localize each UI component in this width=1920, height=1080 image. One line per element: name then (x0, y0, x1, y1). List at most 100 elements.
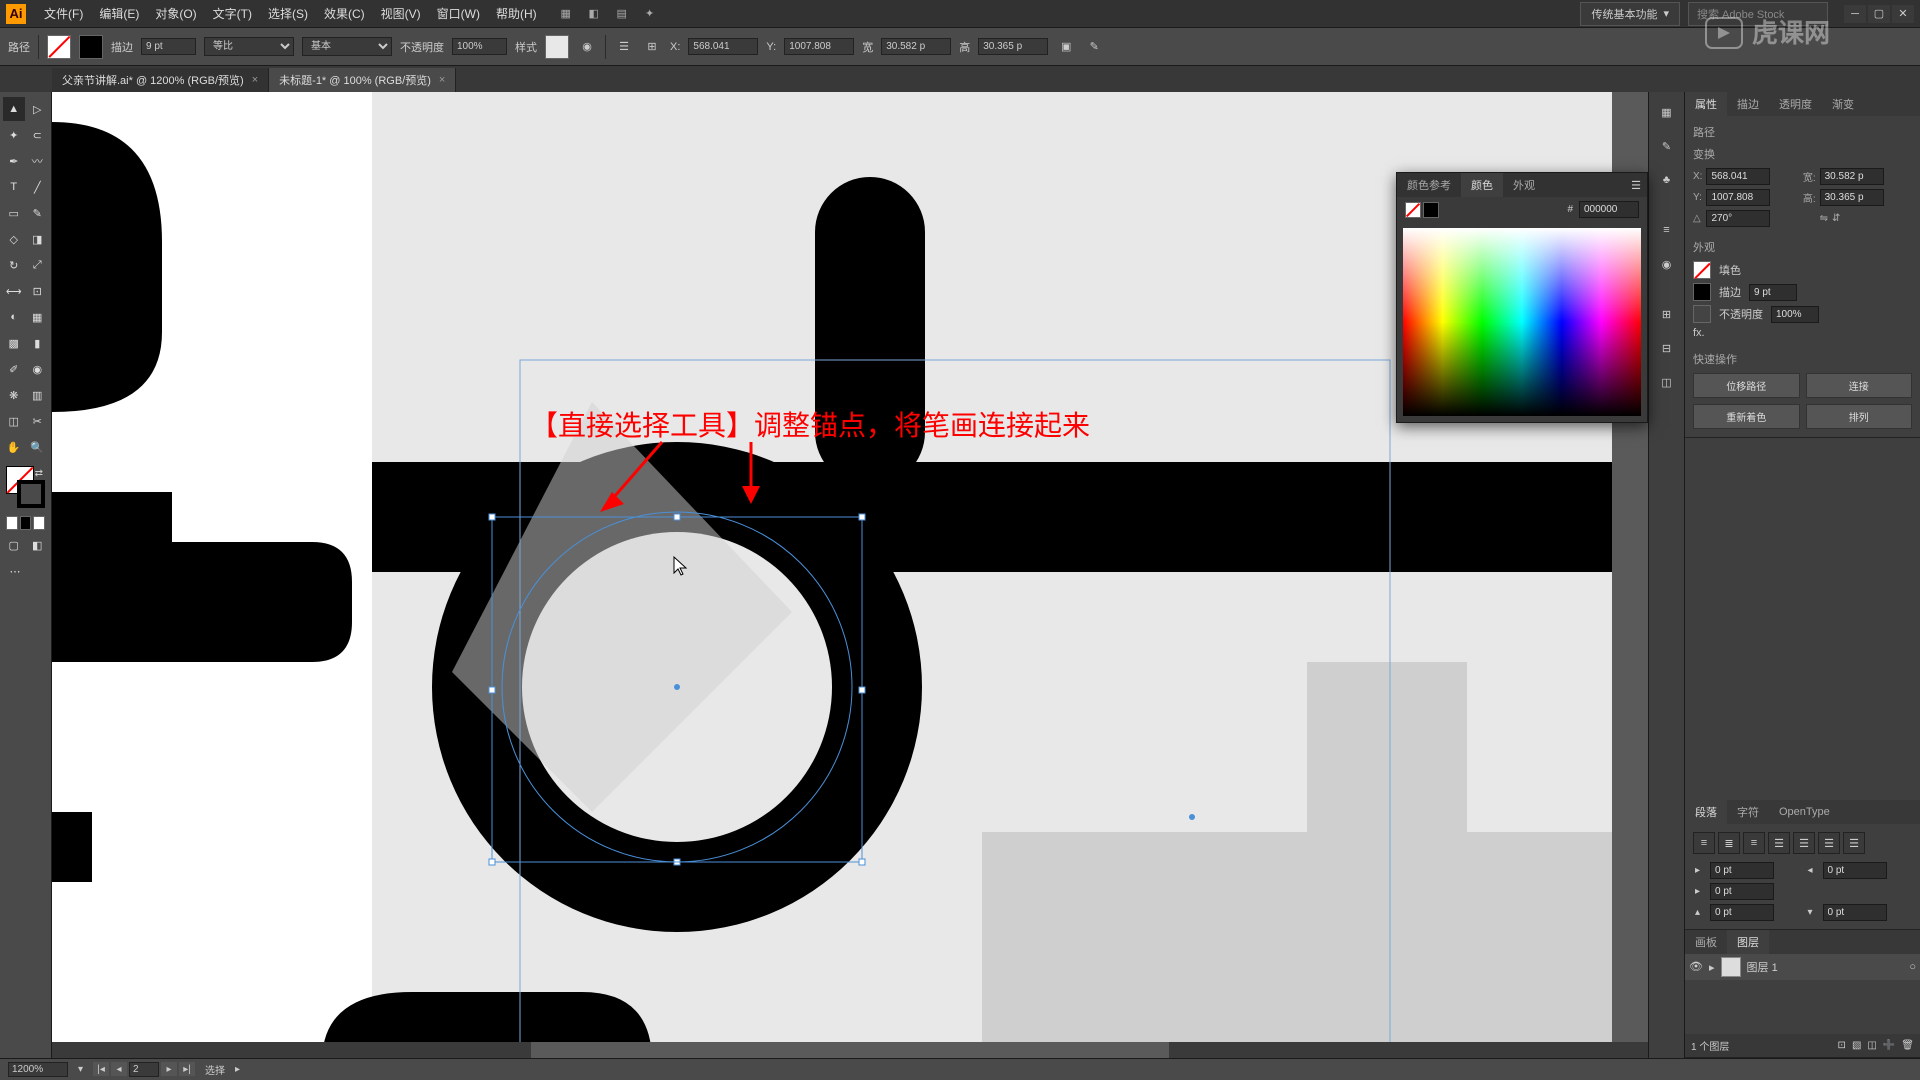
screen-mode[interactable]: ▢ (3, 533, 25, 557)
swap-fill-stroke-icon[interactable]: ⇄ (35, 468, 43, 479)
panel-icon-brushes[interactable]: ✎ (1653, 132, 1681, 160)
menu-icon-1[interactable]: ▦ (555, 3, 577, 25)
prop-h-input[interactable] (1820, 189, 1884, 206)
perspective-tool[interactable]: ▦ (27, 305, 49, 329)
flip-v-icon[interactable]: ⇵ (1832, 213, 1840, 224)
shape-builder-tool[interactable]: ◐ (3, 305, 25, 329)
shaper-tool[interactable]: ◇ (3, 227, 25, 251)
scrollbar-thumb[interactable] (531, 1042, 1169, 1058)
eyedropper-tool[interactable]: ✐ (3, 357, 25, 381)
stroke-weight-input[interactable] (1749, 284, 1797, 301)
fill-stroke-indicator[interactable]: ⇄ (6, 466, 45, 508)
gradient-tool[interactable]: ▮ (27, 331, 49, 355)
new-sublayer-icon[interactable]: ◫ (1867, 1040, 1876, 1051)
selection-tool[interactable]: ▲ (3, 97, 25, 121)
justify-left[interactable]: ☰ (1768, 832, 1790, 854)
window-maximize[interactable]: ▢ (1868, 5, 1890, 23)
tab-color[interactable]: 颜色 (1461, 173, 1503, 197)
x-input[interactable] (688, 38, 758, 55)
prop-x-input[interactable] (1706, 168, 1770, 185)
draw-mode[interactable]: ◧ (27, 533, 49, 557)
rectangle-tool[interactable]: ▭ (3, 201, 25, 225)
isolate-icon[interactable]: ▣ (1056, 37, 1076, 57)
align-icon[interactable]: ☰ (614, 37, 634, 57)
free-transform-tool[interactable]: ⊡ (27, 279, 49, 303)
scale-tool[interactable]: ⤢ (27, 253, 49, 277)
panel-icon-swatches[interactable]: ▦ (1653, 98, 1681, 126)
locate-layer-icon[interactable]: ⊡ (1838, 1040, 1846, 1051)
first-artboard[interactable]: |◂ (93, 1062, 109, 1076)
new-layer-icon[interactable]: ➕ (1883, 1040, 1895, 1051)
menu-icon-3[interactable]: ▤ (611, 3, 633, 25)
last-artboard[interactable]: ▸| (179, 1062, 195, 1076)
panel-menu-icon[interactable]: ☰ (1631, 179, 1647, 192)
window-minimize[interactable]: ─ (1844, 5, 1866, 23)
workspace-switcher[interactable]: 传统基本功能 ▾ (1580, 2, 1680, 26)
color-spectrum[interactable] (1403, 228, 1641, 416)
menu-window[interactable]: 窗口(W) (429, 1, 488, 26)
justify-all[interactable]: ☰ (1843, 832, 1865, 854)
hand-tool[interactable]: ✋ (3, 435, 25, 459)
opacity-input[interactable] (452, 38, 507, 55)
menu-edit[interactable]: 编辑(E) (91, 1, 147, 26)
slice-tool[interactable]: ✂ (27, 409, 49, 433)
style-swatch[interactable] (545, 35, 569, 59)
delete-layer-icon[interactable]: 🗑 (1901, 1040, 1914, 1051)
panel-icon-align[interactable]: ⊟ (1653, 334, 1681, 362)
stroke-swatch[interactable] (1693, 283, 1711, 301)
tab-gradient[interactable]: 渐变 (1822, 92, 1864, 116)
menu-icon-2[interactable]: ◧ (583, 3, 605, 25)
qa-recolor[interactable]: 重新着色 (1693, 404, 1800, 429)
opacity-input[interactable] (1771, 306, 1819, 323)
menu-effect[interactable]: 效果(C) (316, 1, 373, 26)
hex-input[interactable] (1579, 201, 1639, 218)
layer-target-icon[interactable]: ○ (1909, 961, 1916, 973)
pen-tool[interactable]: ✒ (3, 149, 25, 173)
blend-tool[interactable]: ◉ (27, 357, 49, 381)
tab-layers[interactable]: 图层 (1727, 930, 1769, 954)
align-center[interactable]: ≣ (1718, 832, 1740, 854)
menu-type[interactable]: 文字(T) (205, 1, 260, 26)
tab-artboards[interactable]: 画板 (1685, 930, 1727, 954)
zoom-tool[interactable]: 🔍 (27, 435, 49, 459)
rotate-tool[interactable]: ↻ (3, 253, 25, 277)
prev-artboard[interactable]: ◂ (111, 1062, 127, 1076)
qa-join[interactable]: 连接 (1806, 373, 1913, 398)
window-close[interactable]: ✕ (1892, 5, 1914, 23)
menu-help[interactable]: 帮助(H) (488, 1, 545, 26)
menu-file[interactable]: 文件(F) (36, 1, 91, 26)
artboard-tool[interactable]: ◫ (3, 409, 25, 433)
height-input[interactable] (978, 38, 1048, 55)
fill-swatch[interactable] (1693, 261, 1711, 279)
menu-view[interactable]: 视图(V) (373, 1, 429, 26)
panel-icon-stroke[interactable]: ≡ (1653, 216, 1681, 244)
layer-name[interactable]: 图层 1 (1747, 959, 1778, 975)
make-clip-icon[interactable]: ▧ (1852, 1040, 1861, 1051)
tab-transparency[interactable]: 透明度 (1769, 92, 1822, 116)
tab-color-guide[interactable]: 颜色参考 (1397, 173, 1461, 197)
color-mode-gradient[interactable] (20, 516, 32, 530)
menu-select[interactable]: 选择(S) (260, 1, 316, 26)
panel-icon-color-active[interactable]: ◉ (1653, 250, 1681, 278)
justify-right[interactable]: ☰ (1818, 832, 1840, 854)
stroke-indicator[interactable] (1423, 202, 1439, 218)
edit-icon[interactable]: ✎ (1084, 37, 1104, 57)
stroke-weight-input[interactable] (141, 38, 196, 55)
space-after-input[interactable] (1823, 904, 1887, 921)
fx-label[interactable]: fx. (1693, 327, 1705, 339)
curvature-tool[interactable]: 〰 (27, 149, 49, 173)
color-mode-solid[interactable] (6, 516, 18, 530)
brush-select[interactable]: 基本 (302, 37, 392, 56)
qa-offset-path[interactable]: 位移路径 (1693, 373, 1800, 398)
stroke-swatch[interactable] (79, 35, 103, 59)
panel-icon-symbols[interactable]: ♣ (1653, 166, 1681, 194)
prop-y-input[interactable] (1706, 189, 1770, 206)
close-icon[interactable]: × (439, 74, 445, 86)
qa-arrange[interactable]: 排列 (1806, 404, 1913, 429)
doc-tab-2[interactable]: 未标题-1* @ 100% (RGB/预览) × (269, 68, 456, 92)
indent-right-input[interactable] (1823, 862, 1887, 879)
tab-paragraph[interactable]: 段落 (1685, 800, 1727, 824)
close-icon[interactable]: × (252, 74, 258, 86)
edit-toolbar[interactable]: ⋯ (3, 559, 27, 583)
direct-selection-tool[interactable]: ▷ (27, 97, 49, 121)
